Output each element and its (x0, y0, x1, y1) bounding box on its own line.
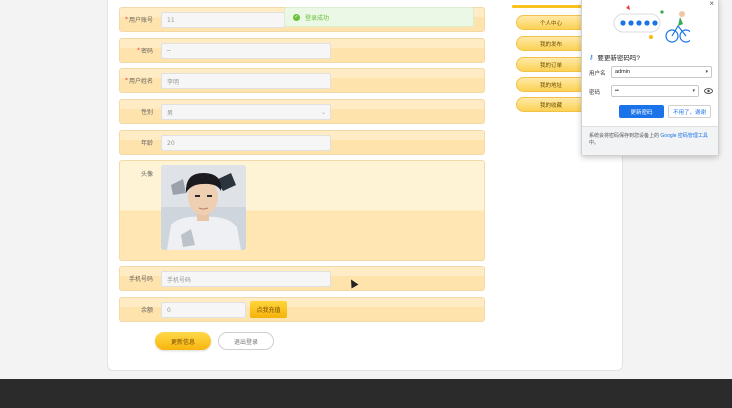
avatar-photo (161, 165, 246, 250)
page-footer (0, 379, 732, 408)
success-toast: ✓ 登录成功 (284, 7, 474, 27)
popup-footer-end: 中。 (589, 140, 600, 146)
form-row-gender: 性别 男 ⌄ (119, 99, 485, 124)
username-label: 用户姓名 (128, 78, 153, 85)
gender-value: 男 (167, 109, 174, 117)
toast-message: 登录成功 (305, 14, 330, 22)
gender-select[interactable]: 男 ⌄ (161, 104, 331, 120)
form-row-age: 年龄 20 (119, 130, 485, 155)
form-row-balance: 余额 0 点我充值 (119, 297, 485, 322)
form-row-username: * 用户姓名 李明 (119, 68, 485, 93)
update-info-button[interactable]: 更新信息 (155, 332, 211, 350)
age-input[interactable]: 20 (161, 135, 331, 151)
popup-username-value: admin (615, 69, 630, 75)
sidebar-item-address[interactable]: 我的地址 (516, 77, 586, 92)
logout-button[interactable]: 退出登录 (218, 332, 274, 350)
popup-title: 要更新密码吗? (597, 55, 641, 62)
popup-title-row: ⚷ 要更新密码吗? (589, 52, 641, 63)
dropdown-arrow-icon: ▾ (705, 69, 708, 75)
password-manager-link[interactable]: Google 密码管理工具 (660, 133, 708, 139)
account-label: 用户账号 (128, 17, 153, 24)
username-input[interactable]: 李明 (161, 73, 331, 89)
phone-input[interactable]: 手机号码 (161, 271, 331, 287)
age-label: 年龄 (140, 140, 153, 147)
balance-label: 余额 (140, 307, 153, 314)
chevron-down-icon: ⌄ (320, 109, 326, 116)
form-row-phone: 手机号码 手机号码 (119, 266, 485, 291)
sidebar-accent-bar (512, 5, 584, 8)
popup-password-value: •• (615, 88, 619, 94)
dropdown-arrow-icon: ▾ (692, 88, 695, 94)
key-icon: ⚷ (589, 54, 594, 61)
sidebar-item-posts[interactable]: 我的发布 (516, 36, 586, 51)
update-password-popup: × ⚷ 要更新密码吗? 用户名 admin ▾ 密码 •• ▾ 更新密码 不用了… (581, 0, 719, 156)
form-row-password: * 密码 ·· (119, 38, 485, 63)
account-input[interactable]: 11 (161, 12, 285, 28)
password-label: 密码 (140, 48, 153, 55)
sidebar-item-orders[interactable]: 我的订单 (516, 57, 586, 72)
gender-label: 性别 (140, 109, 153, 116)
popup-username-label: 用户名 (589, 71, 606, 77)
sidebar-item-profile[interactable]: 个人中心 (516, 15, 586, 30)
avatar-label: 头像 (140, 170, 153, 178)
form-row-avatar: 头像 (119, 160, 485, 261)
balance-input[interactable]: 0 (161, 302, 246, 318)
phone-label: 手机号码 (128, 276, 153, 283)
password-input[interactable]: ·· (161, 43, 331, 59)
recharge-button[interactable]: 点我充值 (250, 301, 287, 318)
sidebar-item-favorites[interactable]: 我的收藏 (516, 97, 586, 112)
check-circle-icon: ✓ (293, 13, 300, 21)
popup-username-select[interactable]: admin ▾ (611, 66, 712, 78)
popup-footer-text: 系统会将密码保存到您设备上的 (589, 133, 660, 139)
avatar-image[interactable] (161, 165, 246, 250)
update-password-button[interactable]: 更新密码 (619, 105, 664, 118)
popup-password-select[interactable]: •• ▾ (611, 85, 699, 97)
password-illustration (613, 5, 690, 43)
popup-footer: 系统会将密码保存到您设备上的 Google 密码管理工具中。 (582, 126, 718, 155)
no-thanks-button[interactable]: 不用了，谢谢 (668, 105, 711, 118)
eye-icon[interactable] (704, 88, 713, 94)
popup-password-label: 密码 (589, 90, 601, 96)
close-icon[interactable]: × (709, 0, 714, 8)
